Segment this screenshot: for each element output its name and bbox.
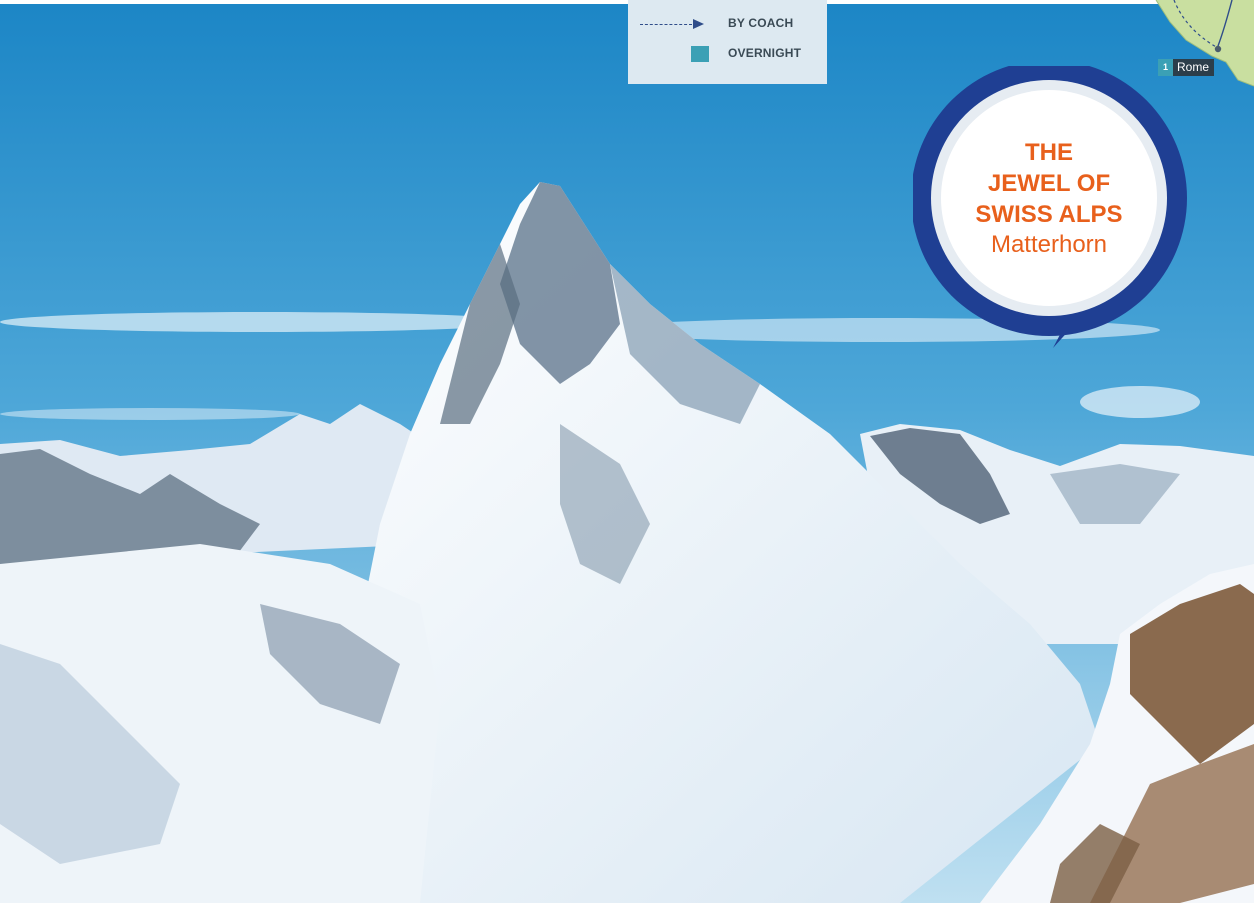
legend: BY COACH OVERNIGHT: [628, 0, 827, 84]
legend-row-overnight: OVERNIGHT: [628, 43, 827, 63]
callout-line-1: THE: [1025, 138, 1073, 166]
dashed-arrow-icon: [640, 24, 692, 25]
legend-label-overnight: OVERNIGHT: [728, 46, 802, 60]
callout-line-3: SWISS ALPS: [975, 200, 1123, 228]
legend-row-coach: BY COACH: [628, 13, 827, 33]
teal-square-icon: [691, 46, 709, 62]
arrowhead-icon: [693, 19, 704, 29]
legend-label-coach: BY COACH: [728, 16, 794, 30]
callout-text: THE JEWEL OF SWISS ALPS Matterhorn: [957, 106, 1141, 290]
callout-bubble: THE JEWEL OF SWISS ALPS Matterhorn: [911, 60, 1193, 356]
callout-subtitle: Matterhorn: [990, 230, 1108, 258]
callout-line-2: JEWEL OF: [987, 169, 1111, 197]
